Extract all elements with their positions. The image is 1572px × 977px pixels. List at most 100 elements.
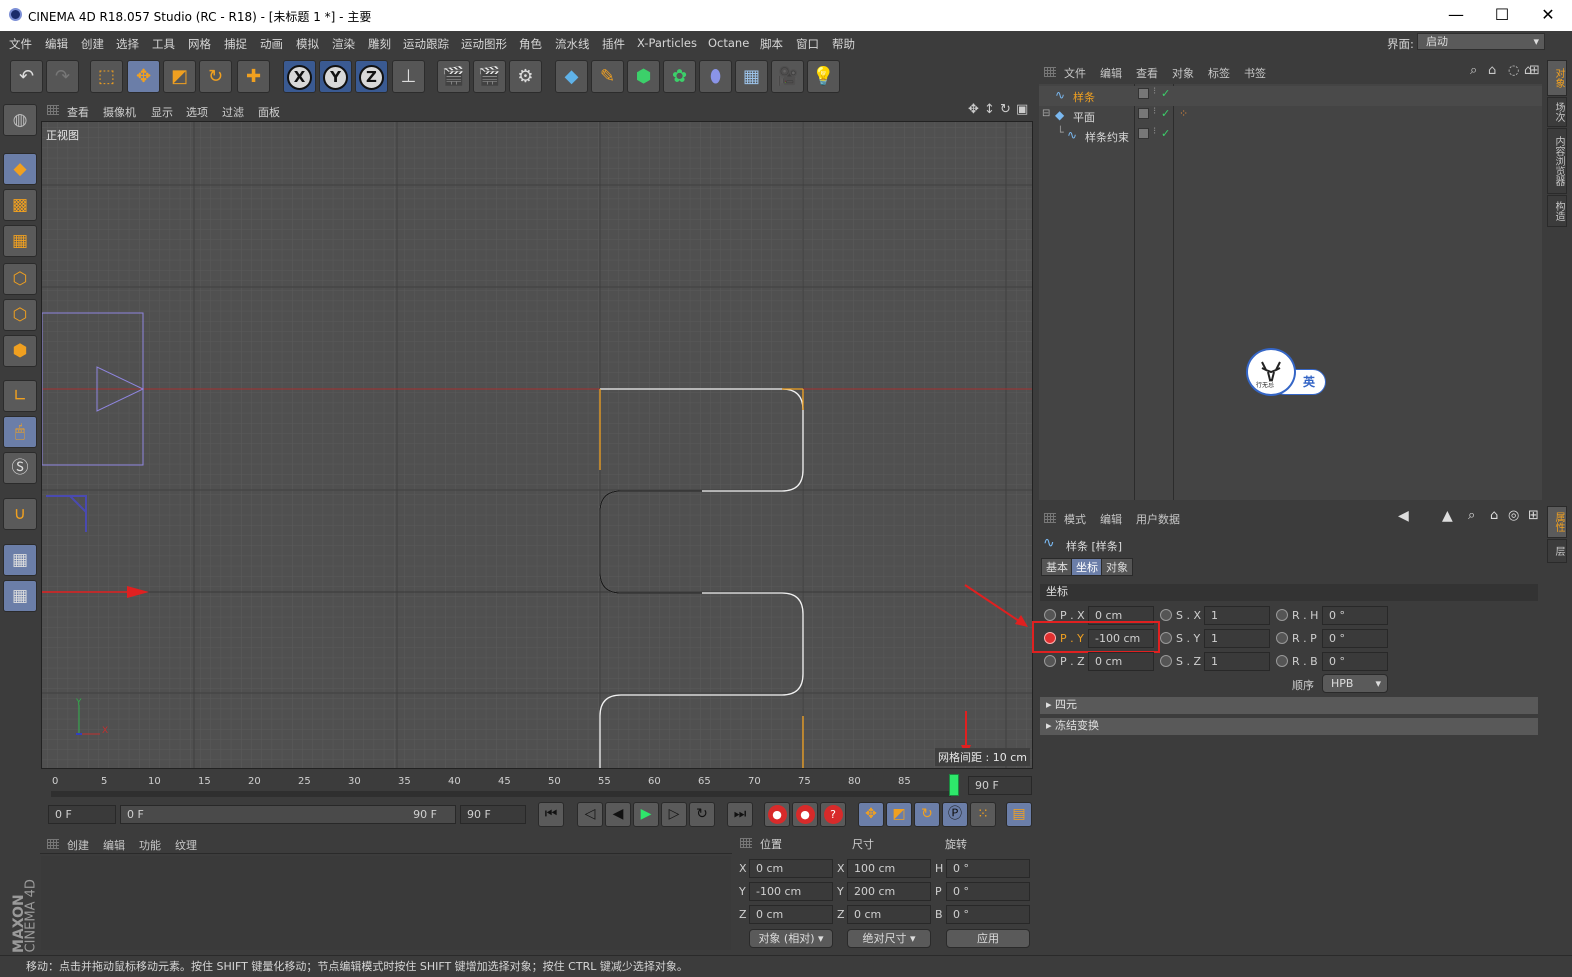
material-tag-icon[interactable]: ⁘ (1179, 107, 1188, 120)
workplane-lock-button[interactable]: ▦ (3, 544, 37, 576)
tweak-mode-button[interactable]: 🖱 (3, 416, 37, 448)
start-frame-field[interactable]: 0 F (48, 805, 116, 824)
add-pen-spline-button[interactable]: ✎ (591, 60, 624, 93)
x-axis-lock-button[interactable]: X (283, 60, 316, 93)
object-row-plane[interactable]: ⊟ ◆ 平面 ⁝ ✓ ⁘ (1039, 106, 1542, 126)
layer-icon[interactable] (1138, 88, 1149, 99)
render-settings-button[interactable]: ⚙ (509, 60, 542, 93)
keyframe-radio-active[interactable] (1044, 632, 1056, 644)
visibility-icon[interactable]: ◌ (1508, 63, 1519, 78)
size-x-field[interactable]: 100 cm (847, 859, 931, 878)
go-to-start-button[interactable]: ⏮ (538, 802, 564, 827)
polygons-mode-button[interactable]: ⬢ (3, 335, 37, 367)
lock-icon[interactable]: ⌂ (1490, 508, 1498, 523)
keyframe-selection-button[interactable]: ? (820, 802, 846, 827)
snap-button[interactable]: ∪ (3, 498, 37, 530)
menu-snap[interactable]: 捕捉 (224, 36, 247, 52)
sy-field[interactable]: 1 (1204, 629, 1270, 648)
pz-field[interactable]: 0 cm (1088, 652, 1154, 671)
add-cube-button[interactable]: ◆ (555, 60, 588, 93)
menu-animate[interactable]: 动画 (260, 36, 283, 52)
attribute-menu-mode[interactable]: 模式 (1064, 511, 1086, 527)
side-tab-takes[interactable]: 场次 (1547, 97, 1567, 127)
menu-octane[interactable]: Octane (708, 36, 749, 50)
menu-simulate[interactable]: 模拟 (296, 36, 319, 52)
rh-field[interactable]: 0 ° (1322, 606, 1388, 625)
record-keys-button[interactable]: ● (764, 802, 790, 827)
move-tool-button[interactable]: ✥ (127, 60, 160, 93)
keyframe-radio[interactable] (1276, 655, 1288, 667)
menu-create[interactable]: 创建 (81, 36, 104, 52)
viewport-maximize-icon[interactable]: ▣ (1016, 102, 1028, 117)
menu-tools[interactable]: 工具 (152, 36, 175, 52)
search-icon[interactable]: ⌕ (1470, 63, 1477, 78)
previous-keyframe-button[interactable]: ◁ (577, 802, 603, 827)
menu-window[interactable]: 窗口 (796, 36, 819, 52)
record-scale-button[interactable]: ◩ (886, 802, 912, 827)
viewport-orbit-icon[interactable]: ↻ (1000, 102, 1011, 117)
material-menu-edit[interactable]: 编辑 (103, 837, 125, 853)
viewport-menu-cameras[interactable]: 摄像机 (103, 104, 136, 120)
menu-edit[interactable]: 编辑 (45, 36, 68, 52)
new-panel-icon[interactable]: ⊞ (1528, 508, 1539, 523)
attribute-menu-edit[interactable]: 编辑 (1100, 511, 1122, 527)
viewport-front[interactable]: Y X (41, 121, 1033, 769)
rotation-order-dropdown[interactable]: HPB ▾ (1322, 674, 1388, 693)
menu-help[interactable]: 帮助 (832, 36, 855, 52)
record-rotation-button[interactable]: ↻ (914, 802, 940, 827)
next-frame-button[interactable]: ▷ (661, 802, 687, 827)
collapse-icon[interactable]: ⊟ (1042, 108, 1050, 119)
layer-icon[interactable] (1138, 108, 1149, 119)
tab-object[interactable]: 对象 (1101, 558, 1133, 576)
object-menu-objects[interactable]: 对象 (1172, 65, 1194, 81)
add-subdivision-button[interactable]: ⬢ (627, 60, 660, 93)
menu-render[interactable]: 渲染 (332, 36, 355, 52)
menu-mesh[interactable]: 网格 (188, 36, 211, 52)
tab-basic[interactable]: 基本 (1041, 558, 1073, 576)
menu-script[interactable]: 脚本 (760, 36, 783, 52)
menu-pipeline[interactable]: 流水线 (555, 36, 590, 52)
section-quaternion[interactable]: ▸ 四元 (1040, 697, 1538, 714)
go-to-end-button[interactable]: ⏭ (727, 802, 753, 827)
menu-sculpt[interactable]: 雕刻 (368, 36, 391, 52)
position-z-field[interactable]: 0 cm (749, 905, 833, 924)
object-menu-view[interactable]: 查看 (1136, 65, 1158, 81)
rotate-tool-button[interactable]: ↻ (199, 60, 232, 93)
undo-button[interactable]: ↶ (10, 60, 43, 93)
axis-mode-button[interactable]: ∟ (3, 380, 37, 412)
visibility-dots-icon[interactable]: ⁝ (1153, 126, 1156, 137)
keyframe-radio[interactable] (1044, 655, 1056, 667)
object-row-spline-wrap[interactable]: └ ∿ 样条约束 ⁝ ✓ (1039, 126, 1542, 146)
menu-motion-tracker[interactable]: 运动跟踪 (403, 36, 449, 52)
record-position-button[interactable]: ✥ (858, 802, 884, 827)
apply-button[interactable]: 应用 (946, 929, 1030, 948)
section-freeze-transform[interactable]: ▸ 冻结变换 (1040, 718, 1538, 735)
object-list[interactable]: ∿ 样条 ⁝ ✓ ⊟ ◆ 平面 ⁝ ✓ ⁘ └ ∿ 样条约束 ⁝ ✓ (1039, 84, 1542, 500)
visibility-dots-icon[interactable]: ⁝ (1153, 86, 1156, 97)
viewport-dolly-icon[interactable]: ↕ (984, 102, 995, 117)
side-tab-layers[interactable]: 层 (1547, 539, 1567, 563)
previous-frame-button[interactable]: ◀ (605, 802, 631, 827)
solo-mode-button[interactable]: Ⓢ (3, 452, 37, 484)
enabled-check-icon[interactable]: ✓ (1161, 107, 1170, 120)
viewport-pan-icon[interactable]: ✥ (968, 102, 979, 117)
edges-mode-button[interactable]: ⬡ (3, 299, 37, 331)
render-view-button[interactable]: 🎬 (437, 60, 470, 93)
rotation-h-field[interactable]: 0 ° (946, 859, 1030, 878)
add-camera-button[interactable]: 🎥 (771, 60, 804, 93)
home-icon[interactable]: ⌂ (1488, 63, 1496, 78)
menu-file[interactable]: 文件 (9, 36, 32, 52)
redo-button[interactable]: ↷ (46, 60, 79, 93)
keyframe-radio[interactable] (1276, 632, 1288, 644)
menu-character[interactable]: 角色 (519, 36, 542, 52)
rp-field[interactable]: 0 ° (1322, 629, 1388, 648)
side-tab-objects[interactable]: 对象 (1547, 60, 1567, 96)
model-mode-button[interactable]: ◆ (3, 153, 37, 185)
next-keyframe-button[interactable]: ↻ (689, 802, 715, 827)
keyframe-radio[interactable] (1160, 609, 1172, 621)
size-mode-dropdown[interactable]: 绝对尺寸 ▾ (847, 929, 931, 948)
workplane-align-button[interactable]: ▦ (3, 580, 37, 612)
workplane-mode-button[interactable]: ▦ (3, 225, 37, 257)
object-row-spline[interactable]: ∿ 样条 ⁝ ✓ (1039, 86, 1542, 106)
sz-field[interactable]: 1 (1204, 652, 1270, 671)
